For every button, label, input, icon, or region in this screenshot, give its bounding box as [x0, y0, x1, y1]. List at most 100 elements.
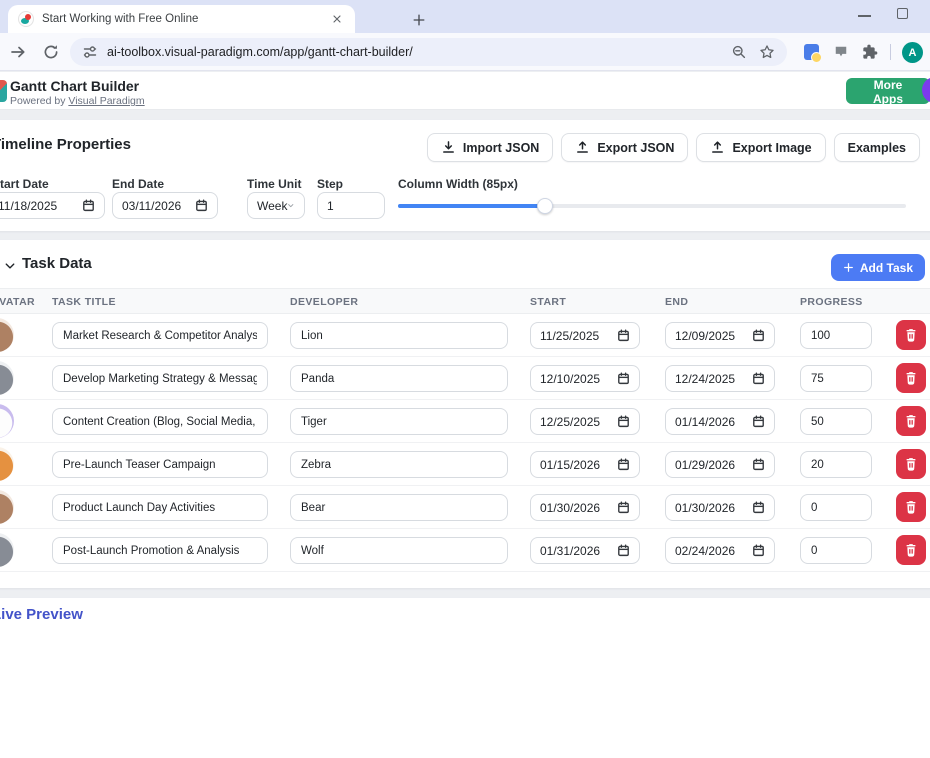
start-date-input[interactable]: [530, 494, 640, 521]
calendar-icon[interactable]: [752, 372, 765, 385]
import-json-button[interactable]: Import JSON: [427, 133, 553, 162]
more-apps-button[interactable]: More Apps: [846, 78, 930, 104]
delete-task-button[interactable]: [896, 492, 926, 522]
start-date-input[interactable]: [530, 322, 640, 349]
examples-label: Examples: [848, 141, 906, 155]
task-title-input[interactable]: [52, 494, 268, 521]
delete-task-button[interactable]: [896, 320, 926, 350]
developer-input[interactable]: [290, 494, 508, 521]
start-date-value[interactable]: [0, 199, 68, 213]
delete-task-button[interactable]: [896, 449, 926, 479]
window-maximize-button[interactable]: [897, 8, 908, 19]
slider-thumb[interactable]: [537, 198, 553, 214]
progress-input[interactable]: [800, 322, 872, 349]
end-date-value[interactable]: [675, 458, 745, 472]
start-date-input[interactable]: [530, 451, 640, 478]
export-image-button[interactable]: Export Image: [696, 133, 825, 162]
browser-tab[interactable]: Start Working with Free Online: [8, 5, 355, 33]
start-date-value[interactable]: [540, 458, 610, 472]
delete-task-button[interactable]: [896, 406, 926, 436]
progress-input[interactable]: [800, 451, 872, 478]
profile-avatar[interactable]: A: [902, 42, 923, 63]
developer-input[interactable]: [290, 408, 508, 435]
calendar-icon[interactable]: [617, 372, 630, 385]
column-width-slider[interactable]: [398, 192, 906, 219]
progress-input[interactable]: [800, 537, 872, 564]
calendar-icon[interactable]: [82, 199, 95, 212]
extensions-puzzle-icon[interactable]: [862, 44, 878, 60]
calendar-icon[interactable]: [752, 501, 765, 514]
end-date-value[interactable]: [675, 544, 745, 558]
step-input-box[interactable]: [317, 192, 385, 219]
task-title-input[interactable]: [52, 408, 268, 435]
table-row: [0, 357, 930, 400]
delete-task-button[interactable]: [896, 363, 926, 393]
tab-close-icon[interactable]: [329, 11, 345, 27]
site-settings-icon[interactable]: [82, 44, 98, 60]
developer-input[interactable]: [290, 537, 508, 564]
time-unit-select[interactable]: Week: [247, 192, 305, 219]
export-json-button[interactable]: Export JSON: [561, 133, 688, 162]
start-date-value[interactable]: [540, 372, 610, 386]
start-date-input[interactable]: [530, 408, 640, 435]
task-title-input[interactable]: [52, 322, 268, 349]
end-date-input[interactable]: [665, 494, 775, 521]
developer-input[interactable]: [290, 322, 508, 349]
start-date-value[interactable]: [540, 415, 610, 429]
start-date-input[interactable]: [530, 537, 640, 564]
start-date-input[interactable]: [530, 365, 640, 392]
task-title-input[interactable]: [52, 365, 268, 392]
developer-input[interactable]: [290, 451, 508, 478]
calendar-icon[interactable]: [617, 501, 630, 514]
calendar-icon[interactable]: [752, 458, 765, 471]
end-date-input[interactable]: [665, 537, 775, 564]
calendar-icon[interactable]: [752, 415, 765, 428]
progress-input[interactable]: [800, 408, 872, 435]
end-date-value[interactable]: [122, 199, 192, 213]
url-text[interactable]: ai-toolbox.visual-paradigm.com/app/gantt…: [107, 45, 413, 59]
end-date-input[interactable]: [665, 408, 775, 435]
progress-input[interactable]: [800, 365, 872, 392]
calendar-icon[interactable]: [195, 199, 208, 212]
add-task-button[interactable]: Add Task: [831, 254, 925, 281]
timeline-start-date-input[interactable]: [0, 192, 105, 219]
upload-icon: [710, 140, 725, 155]
calendar-icon[interactable]: [752, 329, 765, 342]
new-tab-button[interactable]: [407, 8, 431, 32]
end-date-input[interactable]: [665, 322, 775, 349]
start-date-value[interactable]: [540, 544, 610, 558]
collapse-chevron-icon[interactable]: [4, 260, 16, 272]
timeline-end-date-input[interactable]: [112, 192, 218, 219]
window-minimize-button[interactable]: [858, 15, 871, 17]
column-header-developer: DEVELOPER: [290, 296, 358, 308]
delete-task-button[interactable]: [896, 535, 926, 565]
progress-input[interactable]: [800, 494, 872, 521]
end-date-value[interactable]: [675, 415, 745, 429]
step-input[interactable]: [327, 199, 367, 213]
calendar-icon[interactable]: [617, 544, 630, 557]
calendar-icon[interactable]: [617, 415, 630, 428]
calendar-icon[interactable]: [752, 544, 765, 557]
export-image-label: Export Image: [732, 141, 811, 155]
calendar-icon[interactable]: [617, 458, 630, 471]
end-date-value[interactable]: [675, 372, 745, 386]
bookmark-star-icon[interactable]: [759, 44, 775, 60]
url-bar[interactable]: ai-toolbox.visual-paradigm.com/app/gantt…: [70, 38, 787, 66]
developer-input[interactable]: [290, 365, 508, 392]
visual-paradigm-link[interactable]: Visual Paradigm: [68, 95, 144, 107]
end-date-input[interactable]: [665, 451, 775, 478]
end-date-input[interactable]: [665, 365, 775, 392]
start-date-value[interactable]: [540, 501, 610, 515]
task-title-input[interactable]: [52, 451, 268, 478]
forward-button[interactable]: [9, 43, 27, 61]
flag-extension-icon[interactable]: [834, 45, 848, 59]
examples-button[interactable]: Examples: [834, 133, 920, 162]
translate-extension-icon[interactable]: [804, 44, 819, 60]
calendar-icon[interactable]: [617, 329, 630, 342]
end-date-value[interactable]: [675, 329, 745, 343]
end-date-value[interactable]: [675, 501, 745, 515]
start-date-value[interactable]: [540, 329, 610, 343]
zoom-out-icon[interactable]: [731, 44, 747, 60]
reload-button[interactable]: [42, 43, 60, 61]
task-title-input[interactable]: [52, 537, 268, 564]
